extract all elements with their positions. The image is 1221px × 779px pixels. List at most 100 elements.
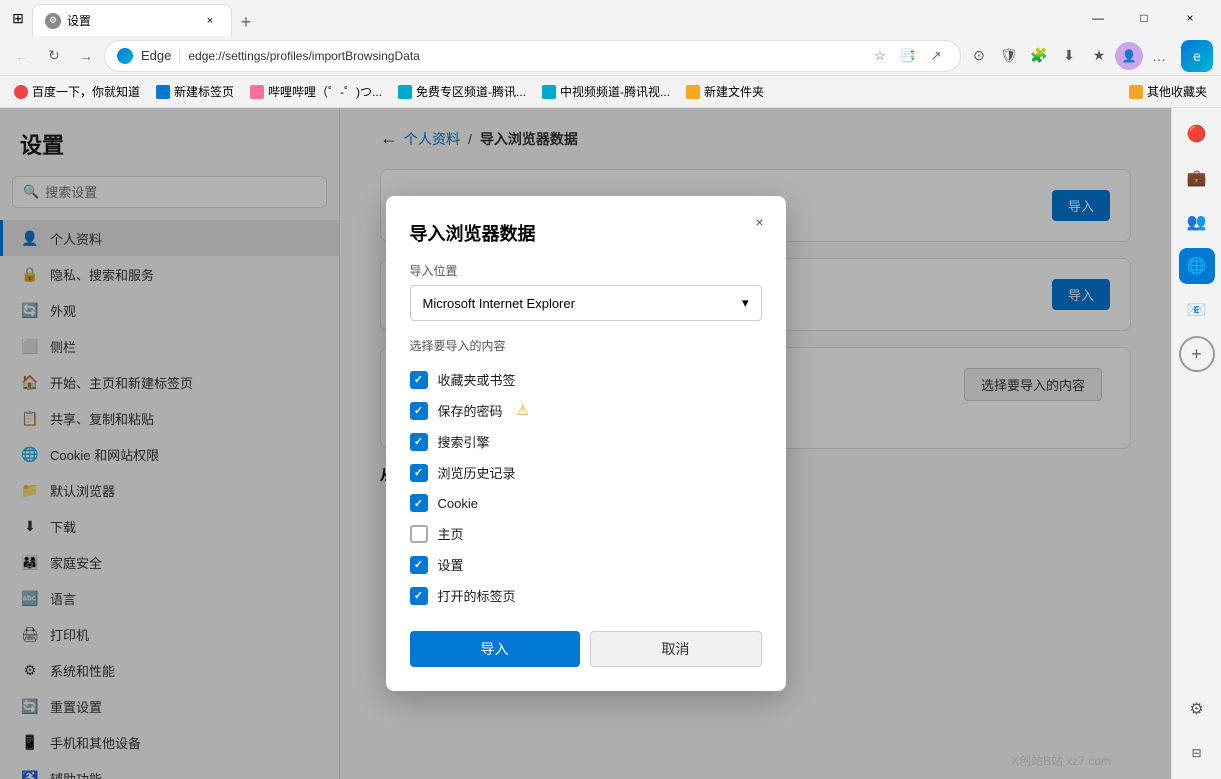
url-text: edge://settings/profiles/importBrowsingD… xyxy=(188,49,860,63)
bm-newfolder-label: 新建文件夹 xyxy=(704,83,764,100)
back-btn[interactable]: ← xyxy=(8,42,36,70)
bm-tencent2-label: 中视频频道-腾讯视... xyxy=(560,83,670,100)
warning-icon: ⚠ xyxy=(517,402,530,419)
bm-newtab-label: 新建标签页 xyxy=(174,83,234,100)
tab-search-icon[interactable]: ⊙ xyxy=(965,42,993,70)
settings-more-icon[interactable]: … xyxy=(1145,42,1173,70)
dialog-import-btn[interactable]: 导入 xyxy=(410,631,580,667)
checkbox-6[interactable]: ✓ xyxy=(410,556,428,574)
bookmarks-bar: 百度一下，你就知道 新建标签页 哔哩哔哩（゜-゜)つ... 免费专区频道-腾讯.… xyxy=(0,76,1221,108)
tab-title: 设置 xyxy=(67,12,195,29)
window-icon: ⊞ xyxy=(8,8,28,28)
edge-sidebar-btn[interactable]: e xyxy=(1181,40,1213,72)
bm-bilibili-icon xyxy=(250,85,264,99)
checkbox-item-2[interactable]: ✓ 搜索引擎 xyxy=(410,426,762,457)
checkbox-0[interactable]: ✓ xyxy=(410,371,428,389)
browser-essentials-icon[interactable]: 🛡 xyxy=(995,42,1023,70)
divider xyxy=(179,48,180,64)
checkbox-label-1: 保存的密码 xyxy=(438,401,503,420)
source-value: Microsoft Internet Explorer xyxy=(423,296,575,311)
collections-icon[interactable]: 📑 xyxy=(896,44,920,68)
dialog-actions: 导入 取消 xyxy=(410,631,762,667)
address-icons: ☆ 📑 ↗ xyxy=(868,44,948,68)
checkbox-item-5[interactable]: 主页 xyxy=(410,518,762,549)
checkbox-item-0[interactable]: ✓ 收藏夹或书签 xyxy=(410,364,762,395)
bm-tencent2[interactable]: 中视频频道-腾讯视... xyxy=(536,81,676,102)
main-area: 设置 🔍 👤个人资料🔒隐私、搜索和服务🔄外观⬜侧栏🏠开始、主页和新建标签页📋共享… xyxy=(0,108,1221,779)
close-btn[interactable]: × xyxy=(1167,2,1213,34)
rs-icon-globe[interactable]: 🌐 xyxy=(1179,248,1215,284)
address-box[interactable]: Edge edge://settings/profiles/importBrow… xyxy=(104,40,961,72)
address-bar: ← ↻ → Edge edge://settings/profiles/impo… xyxy=(0,36,1221,76)
checkbox-label-6: 设置 xyxy=(438,555,464,574)
tab-close-btn[interactable]: × xyxy=(201,12,219,30)
source-dropdown[interactable]: Microsoft Internet Explorer ▾ xyxy=(410,285,762,321)
toolbar-icons: ⊙ 🛡 🧩 ⬇ ★ 👤 … xyxy=(965,42,1173,70)
dialog-cancel-btn[interactable]: 取消 xyxy=(590,631,762,667)
checkbox-3[interactable]: ✓ xyxy=(410,464,428,482)
bm-other[interactable]: 其他收藏夹 xyxy=(1123,81,1213,102)
refresh-btn[interactable]: ↻ xyxy=(40,42,68,70)
maximize-btn[interactable]: □ xyxy=(1121,2,1167,34)
checkbox-list: ✓ 收藏夹或书签 ✓ 保存的密码 ⚠ ✓ 搜索引擎 ✓ 浏览历史记录 ✓ Coo… xyxy=(410,364,762,611)
downloads-icon[interactable]: ⬇ xyxy=(1055,42,1083,70)
rs-settings-icon[interactable]: ⚙ xyxy=(1179,691,1215,727)
dialog-title: 导入浏览器数据 xyxy=(410,220,762,246)
checkbox-5[interactable] xyxy=(410,525,428,543)
checkbox-item-3[interactable]: ✓ 浏览历史记录 xyxy=(410,457,762,488)
bm-newfolder-icon xyxy=(686,85,700,99)
checkbox-item-6[interactable]: ✓ 设置 xyxy=(410,549,762,580)
right-sidebar: 🔴 💼 👥 🌐 📧 + ⚙ ⊟ xyxy=(1171,108,1221,779)
bm-newfolder[interactable]: 新建文件夹 xyxy=(680,81,770,102)
bm-tencent1-icon xyxy=(398,85,412,99)
bm-newtab[interactable]: 新建标签页 xyxy=(150,81,240,102)
favorites-icon[interactable]: ☆ xyxy=(868,44,892,68)
bm-tencent2-icon xyxy=(542,85,556,99)
bm-bilibili[interactable]: 哔哩哔哩（゜-゜)つ... xyxy=(244,81,388,102)
profile-btn[interactable]: 👤 xyxy=(1115,42,1143,70)
content-label: 选择要导入的内容 xyxy=(410,337,762,354)
rs-add-btn[interactable]: + xyxy=(1179,336,1215,372)
import-dialog: × 导入浏览器数据 导入位置 Microsoft Internet Explor… xyxy=(386,196,786,691)
share-icon[interactable]: ↗ xyxy=(924,44,948,68)
title-bar: ⊞ ⚙ 设置 × + — □ × xyxy=(0,0,1221,36)
checkbox-7[interactable]: ✓ xyxy=(410,587,428,605)
dialog-overlay: × 导入浏览器数据 导入位置 Microsoft Internet Explor… xyxy=(0,108,1171,779)
rs-scan-icon[interactable]: ⊟ xyxy=(1179,735,1215,771)
extensions-icon[interactable]: 🧩 xyxy=(1025,42,1053,70)
checkbox-2[interactable]: ✓ xyxy=(410,433,428,451)
checkbox-item-4[interactable]: ✓ Cookie xyxy=(410,488,762,518)
favorites-toolbar-icon[interactable]: ★ xyxy=(1085,42,1113,70)
bm-baidu-label: 百度一下，你就知道 xyxy=(32,83,140,100)
edge-logo xyxy=(117,48,133,64)
tab-bar: ⚙ 设置 × + xyxy=(32,0,1071,36)
checkbox-item-7[interactable]: ✓ 打开的标签页 xyxy=(410,580,762,611)
checkbox-1[interactable]: ✓ xyxy=(410,402,428,420)
bm-baidu[interactable]: 百度一下，你就知道 xyxy=(8,81,146,102)
bm-newtab-icon xyxy=(156,85,170,99)
checkbox-label-5: 主页 xyxy=(438,524,464,543)
bm-other-icon xyxy=(1129,85,1143,99)
checkbox-item-1[interactable]: ✓ 保存的密码 ⚠ xyxy=(410,395,762,426)
window-controls: — □ × xyxy=(1075,2,1213,34)
settings-tab[interactable]: ⚙ 设置 × xyxy=(32,4,232,36)
rs-icon-red[interactable]: 🔴 xyxy=(1179,116,1215,152)
tab-icon: ⚙ xyxy=(45,13,61,29)
minimize-btn[interactable]: — xyxy=(1075,2,1121,34)
checkbox-4[interactable]: ✓ xyxy=(410,494,428,512)
rs-icon-mail[interactable]: 📧 xyxy=(1179,292,1215,328)
new-tab-btn[interactable]: + xyxy=(232,8,260,36)
bm-tencent1[interactable]: 免费专区频道-腾讯... xyxy=(392,81,532,102)
checkbox-label-4: Cookie xyxy=(438,496,478,511)
forward-btn[interactable]: → xyxy=(72,42,100,70)
bm-baidu-icon xyxy=(14,85,28,99)
rs-icon-briefcase[interactable]: 💼 xyxy=(1179,160,1215,196)
rs-icon-people[interactable]: 👥 xyxy=(1179,204,1215,240)
dialog-close-btn[interactable]: × xyxy=(746,208,774,236)
checkbox-label-7: 打开的标签页 xyxy=(438,586,516,605)
bm-other-label: 其他收藏夹 xyxy=(1147,83,1207,100)
bm-bilibili-label: 哔哩哔哩（゜-゜)つ... xyxy=(268,83,382,100)
checkbox-label-3: 浏览历史记录 xyxy=(438,463,516,482)
source-label: 导入位置 xyxy=(410,262,762,279)
dropdown-chevron: ▾ xyxy=(742,295,749,311)
